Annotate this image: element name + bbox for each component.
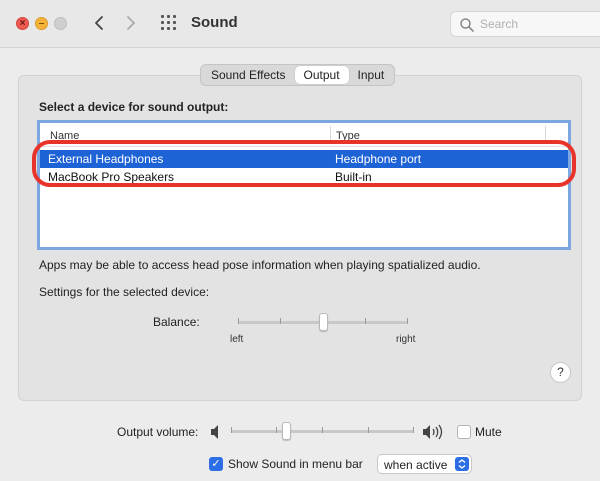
show-in-menu-bar-checkbox[interactable]: ✓ bbox=[209, 457, 223, 471]
tab-sound-effects[interactable]: Sound Effects bbox=[202, 66, 295, 84]
grid-icon bbox=[173, 15, 176, 18]
speaker-low-icon bbox=[211, 425, 218, 439]
slider-tick bbox=[407, 318, 408, 324]
spatial-audio-note: Apps may be able to access head pose inf… bbox=[39, 258, 481, 272]
device-table[interactable]: Name Type External Headphones Headphone … bbox=[37, 120, 571, 250]
tab-output[interactable]: Output bbox=[294, 66, 349, 84]
grid-icon bbox=[167, 21, 170, 24]
slider-tick bbox=[276, 427, 277, 433]
device-name: External Headphones bbox=[48, 152, 164, 166]
balance-left-label: left bbox=[230, 334, 244, 345]
device-name: MacBook Pro Speakers bbox=[48, 170, 175, 184]
search-field[interactable]: Search bbox=[450, 11, 600, 37]
table-row[interactable]: MacBook Pro Speakers Built-in bbox=[40, 168, 568, 186]
forward-button[interactable] bbox=[120, 12, 142, 34]
output-heading: Select a device for sound output: bbox=[39, 100, 229, 114]
grid-icon bbox=[161, 15, 164, 18]
volume-knob[interactable] bbox=[281, 422, 291, 440]
slider-tick bbox=[322, 427, 323, 433]
column-name[interactable]: Name bbox=[50, 130, 79, 142]
balance-right-label: right bbox=[396, 334, 416, 345]
chevron-right-icon bbox=[127, 16, 135, 30]
title-bar: × – Sound Search bbox=[0, 0, 600, 48]
output-volume-label: Output volume: bbox=[117, 425, 199, 439]
device-type: Built-in bbox=[335, 170, 372, 184]
column-divider bbox=[545, 126, 546, 143]
balance-knob[interactable] bbox=[319, 313, 328, 331]
device-settings-label: Settings for the selected device: bbox=[39, 285, 210, 299]
select-arrows bbox=[455, 457, 469, 471]
grid-icon bbox=[173, 21, 176, 24]
slider-tick bbox=[365, 318, 366, 324]
slider-tick bbox=[280, 318, 281, 324]
grid-icon bbox=[161, 21, 164, 24]
column-type[interactable]: Type bbox=[336, 130, 360, 142]
close-button[interactable]: × bbox=[16, 17, 29, 30]
close-icon: × bbox=[19, 17, 26, 29]
checkmark-icon: ✓ bbox=[211, 458, 221, 470]
device-type: Headphone port bbox=[335, 152, 422, 166]
updown-chevron-icon bbox=[458, 459, 466, 469]
slider-tick bbox=[413, 427, 414, 433]
grid-icon bbox=[173, 27, 176, 30]
mute-checkbox[interactable] bbox=[457, 425, 471, 439]
menu-bar-option-select[interactable]: when active bbox=[377, 454, 472, 474]
grid-icon bbox=[161, 27, 164, 30]
balance-label: Balance: bbox=[153, 315, 200, 329]
window-title: Sound bbox=[191, 14, 238, 31]
grid-icon bbox=[167, 15, 170, 18]
speaker-high-icon bbox=[423, 424, 443, 440]
mute-label: Mute bbox=[475, 425, 502, 439]
slider-tick bbox=[368, 427, 369, 433]
select-value: when active bbox=[384, 458, 448, 472]
tab-input[interactable]: Input bbox=[349, 66, 394, 84]
search-icon bbox=[460, 18, 474, 32]
minimize-icon: – bbox=[38, 17, 45, 29]
minimize-button[interactable]: – bbox=[35, 17, 48, 30]
chevron-left-icon bbox=[95, 16, 103, 30]
back-button[interactable] bbox=[88, 12, 110, 34]
search-placeholder: Search bbox=[480, 17, 519, 31]
slider-tick bbox=[238, 318, 239, 324]
zoom-button[interactable] bbox=[54, 17, 67, 30]
slider-tick bbox=[231, 427, 232, 433]
grid-icon bbox=[167, 27, 170, 30]
table-header: Name Type bbox=[40, 123, 568, 147]
help-button[interactable]: ? bbox=[550, 362, 571, 383]
table-row[interactable]: External Headphones Headphone port bbox=[40, 150, 568, 168]
show-in-menu-bar-label: Show Sound in menu bar bbox=[228, 457, 363, 471]
tab-bar: Sound Effects Output Input bbox=[200, 64, 396, 86]
column-divider bbox=[330, 126, 331, 143]
show-all-button[interactable] bbox=[160, 14, 178, 32]
